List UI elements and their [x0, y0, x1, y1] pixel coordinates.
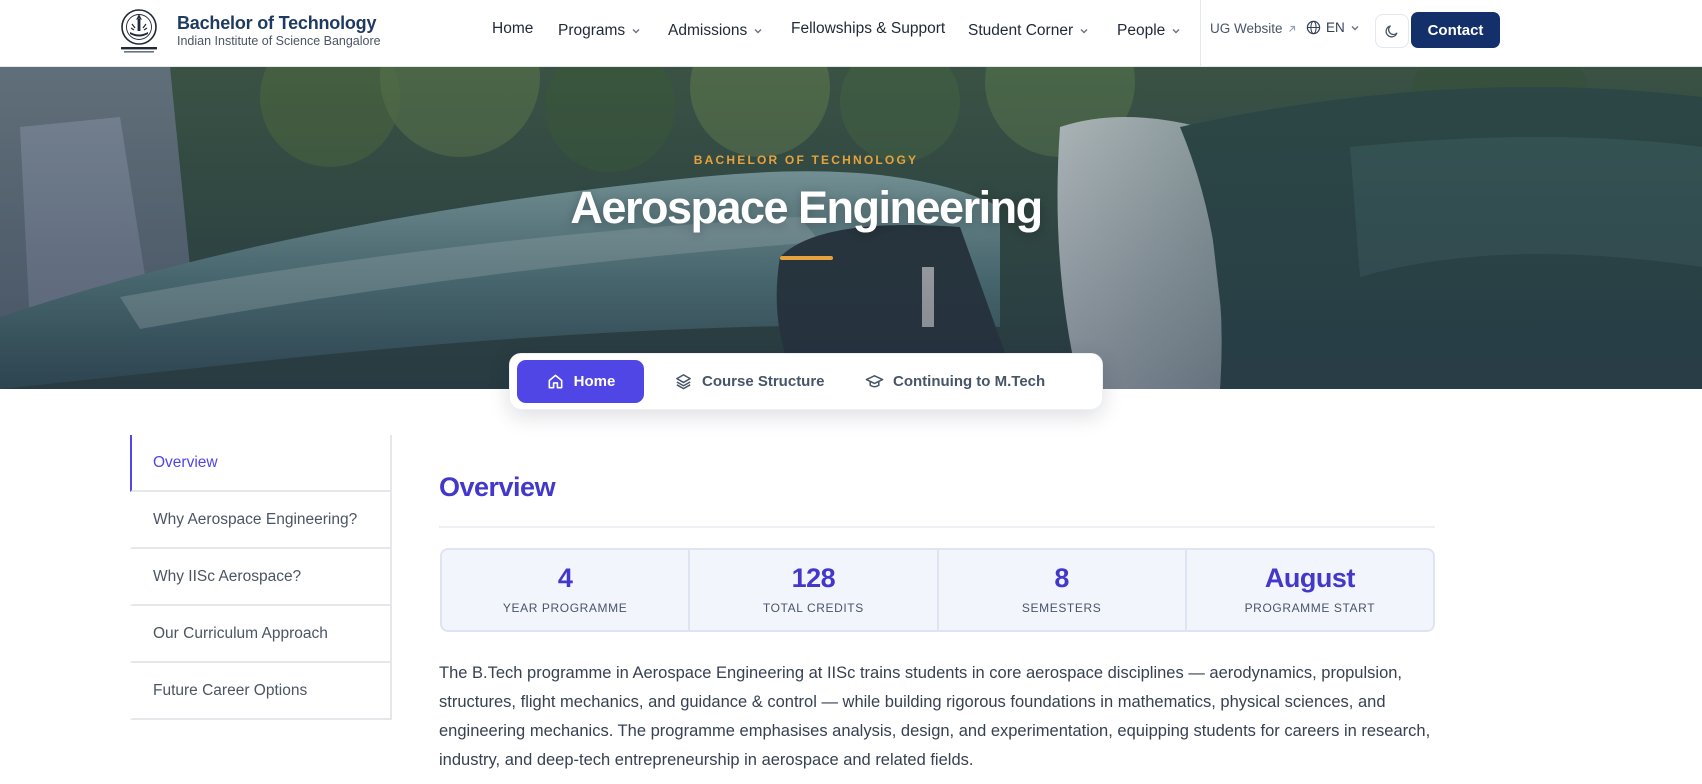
stat-label: SEMESTERS: [1021, 601, 1102, 615]
stat-label: YEAR PROGRAMME: [502, 601, 628, 615]
sidebar-item-why-iisc[interactable]: Why IISc Aerospace?: [130, 549, 390, 606]
stats-panel: 4 YEAR PROGRAMME 128 TOTAL CREDITS 8 SEM…: [440, 548, 1435, 632]
stat-label: PROGRAMME START: [1244, 601, 1376, 615]
sidebar-item-careers[interactable]: Future Career Options: [130, 663, 390, 720]
chevron-down-icon: [1172, 29, 1180, 34]
stat-card: 128 TOTAL CREDITS: [690, 550, 939, 630]
moon-icon: [1385, 25, 1398, 38]
tab-continuing-mtech-label: Continuing to M.Tech: [893, 373, 1046, 390]
section-title: Overview: [439, 472, 556, 502]
language-selector[interactable]: EN: [1306, 20, 1360, 35]
sidebar-item-curriculum[interactable]: Our Curriculum Approach: [130, 606, 390, 663]
stat-label: TOTAL CREDITS: [762, 601, 864, 615]
nav-admissions-label: Admissions: [668, 22, 748, 39]
stat-value: 4: [557, 563, 573, 593]
nav-student-corner-label: Student Corner: [968, 22, 1074, 39]
section-sidebar: Overview Why Aerospace Engineering? Why …: [130, 435, 392, 720]
chevron-down-icon: [1351, 25, 1359, 30]
iisc-logo[interactable]: [113, 6, 165, 56]
page-title: Aerospace Engineering: [570, 182, 1043, 233]
layers-icon: [676, 374, 691, 390]
stat-value: 8: [1054, 563, 1069, 593]
globe-icon: [1306, 20, 1321, 35]
language-label: EN: [1326, 20, 1345, 35]
program-tabs: Home Course Structure Continuing to M.Te…: [509, 353, 1103, 410]
title-underline: [780, 256, 833, 260]
nav-people-label: People: [1117, 22, 1166, 39]
nav-student-corner[interactable]: Student Corner: [968, 22, 1089, 40]
sidebar-item-why-aerospace[interactable]: Why Aerospace Engineering?: [130, 492, 390, 549]
nav-divider: [1200, 0, 1201, 67]
hero-eyebrow: BACHELOR OF TECHNOLOGY: [693, 153, 919, 167]
nav-home-label: Home: [492, 20, 534, 37]
stat-value: 128: [791, 563, 836, 593]
contact-button[interactable]: Contact: [1411, 12, 1500, 48]
ug-website-label: UG Website: [1210, 21, 1283, 36]
overview-paragraph: The B.Tech programme in Aerospace Engine…: [439, 664, 1431, 769]
brand-subtitle: Indian Institute of Science Bangalore: [177, 34, 381, 48]
stat-value: August: [1264, 563, 1355, 593]
site-header: Bachelor of Technology Indian Institute …: [0, 0, 1702, 67]
chevron-down-icon: [754, 29, 762, 34]
graduation-cap-icon: [865, 375, 884, 388]
nav-admissions[interactable]: Admissions: [668, 22, 763, 40]
tab-continuing-mtech[interactable]: Continuing to M.Tech: [853, 360, 1057, 403]
tab-course-structure[interactable]: Course Structure: [662, 360, 837, 403]
home-icon: [548, 374, 563, 389]
nav-home[interactable]: Home: [492, 20, 533, 38]
chevron-down-icon: [1080, 29, 1088, 34]
nav-programs-label: Programs: [558, 22, 626, 39]
stat-card: 8 SEMESTERS: [939, 550, 1187, 630]
theme-toggle-button[interactable]: [1375, 14, 1409, 48]
stat-card: August PROGRAMME START: [1187, 550, 1433, 630]
hero-banner: BACHELOR OF TECHNOLOGY Aerospace Enginee…: [0, 67, 1702, 389]
ug-website-link[interactable]: UG Website: [1210, 21, 1297, 36]
nav-programs[interactable]: Programs: [558, 22, 641, 40]
chevron-down-icon: [632, 29, 640, 34]
section-divider: [439, 526, 1435, 528]
stat-card: 4 YEAR PROGRAMME: [442, 550, 691, 630]
nav-people[interactable]: People: [1117, 22, 1181, 40]
brand-title[interactable]: Bachelor of Technology: [177, 13, 376, 34]
tab-course-structure-label: Course Structure: [702, 373, 825, 390]
tab-home[interactable]: Home: [517, 360, 644, 403]
nav-fellowships[interactable]: Fellowships & Support: [791, 20, 945, 38]
sidebar-item-overview[interactable]: Overview: [130, 435, 390, 492]
external-link-icon: [1288, 25, 1295, 32]
tab-home-label: Home: [573, 373, 616, 390]
nav-fellowships-label: Fellowships & Support: [791, 20, 946, 37]
